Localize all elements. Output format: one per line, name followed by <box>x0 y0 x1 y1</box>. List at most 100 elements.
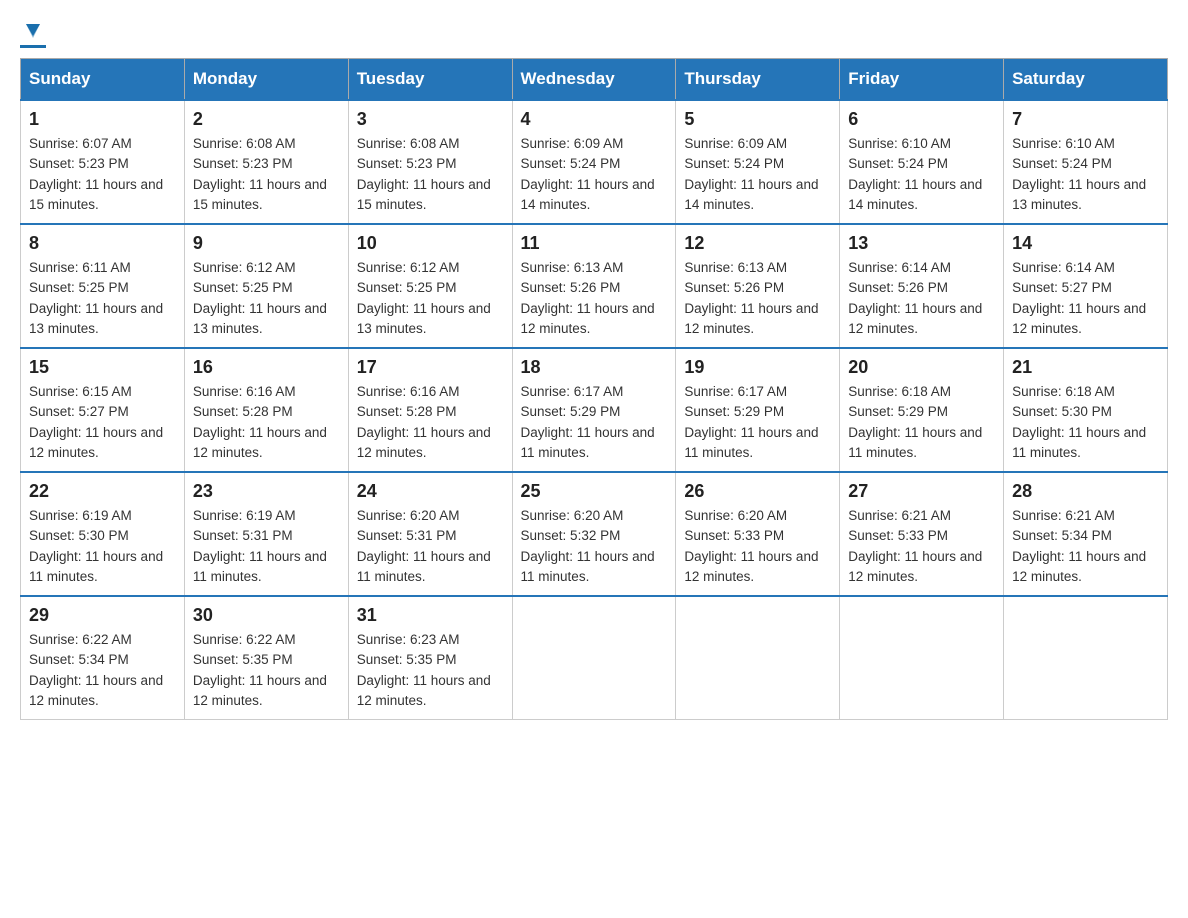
sunrise-label: Sunrise: 6:10 AM <box>1012 136 1115 151</box>
daylight-label: Daylight: 11 hours and 12 minutes. <box>1012 549 1146 584</box>
sunrise-label: Sunrise: 6:21 AM <box>1012 508 1115 523</box>
header-sunday: Sunday <box>21 59 185 101</box>
sunset-label: Sunset: 5:29 PM <box>848 404 948 419</box>
day-info: Sunrise: 6:08 AM Sunset: 5:23 PM Dayligh… <box>193 134 340 215</box>
day-info: Sunrise: 6:13 AM Sunset: 5:26 PM Dayligh… <box>684 258 831 339</box>
daylight-label: Daylight: 11 hours and 15 minutes. <box>29 177 163 212</box>
calendar-week-1: 1 Sunrise: 6:07 AM Sunset: 5:23 PM Dayli… <box>21 100 1168 224</box>
day-info: Sunrise: 6:14 AM Sunset: 5:26 PM Dayligh… <box>848 258 995 339</box>
sunset-label: Sunset: 5:35 PM <box>357 652 457 667</box>
day-info: Sunrise: 6:10 AM Sunset: 5:24 PM Dayligh… <box>848 134 995 215</box>
sunrise-label: Sunrise: 6:12 AM <box>357 260 460 275</box>
table-row: 21 Sunrise: 6:18 AM Sunset: 5:30 PM Dayl… <box>1004 348 1168 472</box>
sunrise-label: Sunrise: 6:11 AM <box>29 260 131 275</box>
day-number: 22 <box>29 481 176 502</box>
daylight-label: Daylight: 11 hours and 12 minutes. <box>1012 301 1146 336</box>
sunset-label: Sunset: 5:33 PM <box>848 528 948 543</box>
daylight-label: Daylight: 11 hours and 15 minutes. <box>193 177 327 212</box>
sunset-label: Sunset: 5:29 PM <box>521 404 621 419</box>
sunset-label: Sunset: 5:32 PM <box>521 528 621 543</box>
sunset-label: Sunset: 5:26 PM <box>848 280 948 295</box>
day-number: 3 <box>357 109 504 130</box>
sunrise-label: Sunrise: 6:13 AM <box>521 260 624 275</box>
sunrise-label: Sunrise: 6:16 AM <box>357 384 460 399</box>
daylight-label: Daylight: 11 hours and 11 minutes. <box>29 549 163 584</box>
day-number: 14 <box>1012 233 1159 254</box>
daylight-label: Daylight: 11 hours and 12 minutes. <box>521 301 655 336</box>
table-row: 20 Sunrise: 6:18 AM Sunset: 5:29 PM Dayl… <box>840 348 1004 472</box>
daylight-label: Daylight: 11 hours and 12 minutes. <box>193 673 327 708</box>
sunset-label: Sunset: 5:26 PM <box>684 280 784 295</box>
day-info: Sunrise: 6:21 AM Sunset: 5:34 PM Dayligh… <box>1012 506 1159 587</box>
logo <box>20 20 46 48</box>
day-info: Sunrise: 6:09 AM Sunset: 5:24 PM Dayligh… <box>684 134 831 215</box>
daylight-label: Daylight: 11 hours and 12 minutes. <box>848 301 982 336</box>
table-row: 4 Sunrise: 6:09 AM Sunset: 5:24 PM Dayli… <box>512 100 676 224</box>
daylight-label: Daylight: 11 hours and 12 minutes. <box>29 425 163 460</box>
daylight-label: Daylight: 11 hours and 14 minutes. <box>848 177 982 212</box>
day-info: Sunrise: 6:19 AM Sunset: 5:30 PM Dayligh… <box>29 506 176 587</box>
sunset-label: Sunset: 5:23 PM <box>29 156 129 171</box>
header-wednesday: Wednesday <box>512 59 676 101</box>
day-number: 23 <box>193 481 340 502</box>
daylight-label: Daylight: 11 hours and 12 minutes. <box>357 673 491 708</box>
table-row <box>840 596 1004 720</box>
table-row: 27 Sunrise: 6:21 AM Sunset: 5:33 PM Dayl… <box>840 472 1004 596</box>
sunset-label: Sunset: 5:34 PM <box>29 652 129 667</box>
daylight-label: Daylight: 11 hours and 11 minutes. <box>521 549 655 584</box>
sunrise-label: Sunrise: 6:08 AM <box>193 136 296 151</box>
table-row: 23 Sunrise: 6:19 AM Sunset: 5:31 PM Dayl… <box>184 472 348 596</box>
day-info: Sunrise: 6:22 AM Sunset: 5:35 PM Dayligh… <box>193 630 340 711</box>
calendar-header-row: SundayMondayTuesdayWednesdayThursdayFrid… <box>21 59 1168 101</box>
table-row: 17 Sunrise: 6:16 AM Sunset: 5:28 PM Dayl… <box>348 348 512 472</box>
day-info: Sunrise: 6:09 AM Sunset: 5:24 PM Dayligh… <box>521 134 668 215</box>
day-info: Sunrise: 6:20 AM Sunset: 5:31 PM Dayligh… <box>357 506 504 587</box>
day-info: Sunrise: 6:18 AM Sunset: 5:30 PM Dayligh… <box>1012 382 1159 463</box>
sunset-label: Sunset: 5:23 PM <box>193 156 293 171</box>
day-number: 2 <box>193 109 340 130</box>
table-row: 9 Sunrise: 6:12 AM Sunset: 5:25 PM Dayli… <box>184 224 348 348</box>
table-row: 12 Sunrise: 6:13 AM Sunset: 5:26 PM Dayl… <box>676 224 840 348</box>
sunrise-label: Sunrise: 6:10 AM <box>848 136 951 151</box>
day-info: Sunrise: 6:18 AM Sunset: 5:29 PM Dayligh… <box>848 382 995 463</box>
sunset-label: Sunset: 5:28 PM <box>357 404 457 419</box>
page-header <box>20 20 1168 48</box>
daylight-label: Daylight: 11 hours and 11 minutes. <box>1012 425 1146 460</box>
sunrise-label: Sunrise: 6:14 AM <box>1012 260 1115 275</box>
day-number: 18 <box>521 357 668 378</box>
sunrise-label: Sunrise: 6:23 AM <box>357 632 460 647</box>
sunrise-label: Sunrise: 6:15 AM <box>29 384 132 399</box>
table-row: 6 Sunrise: 6:10 AM Sunset: 5:24 PM Dayli… <box>840 100 1004 224</box>
day-number: 20 <box>848 357 995 378</box>
table-row: 5 Sunrise: 6:09 AM Sunset: 5:24 PM Dayli… <box>676 100 840 224</box>
table-row: 16 Sunrise: 6:16 AM Sunset: 5:28 PM Dayl… <box>184 348 348 472</box>
table-row: 14 Sunrise: 6:14 AM Sunset: 5:27 PM Dayl… <box>1004 224 1168 348</box>
sunrise-label: Sunrise: 6:09 AM <box>684 136 787 151</box>
sunrise-label: Sunrise: 6:19 AM <box>29 508 132 523</box>
day-number: 30 <box>193 605 340 626</box>
sunset-label: Sunset: 5:31 PM <box>357 528 457 543</box>
day-info: Sunrise: 6:16 AM Sunset: 5:28 PM Dayligh… <box>357 382 504 463</box>
daylight-label: Daylight: 11 hours and 12 minutes. <box>848 549 982 584</box>
day-number: 27 <box>848 481 995 502</box>
logo-underline <box>20 45 46 48</box>
header-tuesday: Tuesday <box>348 59 512 101</box>
table-row: 3 Sunrise: 6:08 AM Sunset: 5:23 PM Dayli… <box>348 100 512 224</box>
sunrise-label: Sunrise: 6:07 AM <box>29 136 132 151</box>
daylight-label: Daylight: 11 hours and 11 minutes. <box>684 425 818 460</box>
table-row: 8 Sunrise: 6:11 AM Sunset: 5:25 PM Dayli… <box>21 224 185 348</box>
day-number: 31 <box>357 605 504 626</box>
daylight-label: Daylight: 11 hours and 12 minutes. <box>193 425 327 460</box>
daylight-label: Daylight: 11 hours and 11 minutes. <box>848 425 982 460</box>
sunrise-label: Sunrise: 6:18 AM <box>848 384 951 399</box>
sunset-label: Sunset: 5:33 PM <box>684 528 784 543</box>
daylight-label: Daylight: 11 hours and 11 minutes. <box>193 549 327 584</box>
day-info: Sunrise: 6:19 AM Sunset: 5:31 PM Dayligh… <box>193 506 340 587</box>
daylight-label: Daylight: 11 hours and 11 minutes. <box>521 425 655 460</box>
sunset-label: Sunset: 5:30 PM <box>29 528 129 543</box>
day-number: 15 <box>29 357 176 378</box>
sunrise-label: Sunrise: 6:22 AM <box>193 632 296 647</box>
table-row: 1 Sunrise: 6:07 AM Sunset: 5:23 PM Dayli… <box>21 100 185 224</box>
sunset-label: Sunset: 5:31 PM <box>193 528 293 543</box>
sunset-label: Sunset: 5:27 PM <box>1012 280 1112 295</box>
